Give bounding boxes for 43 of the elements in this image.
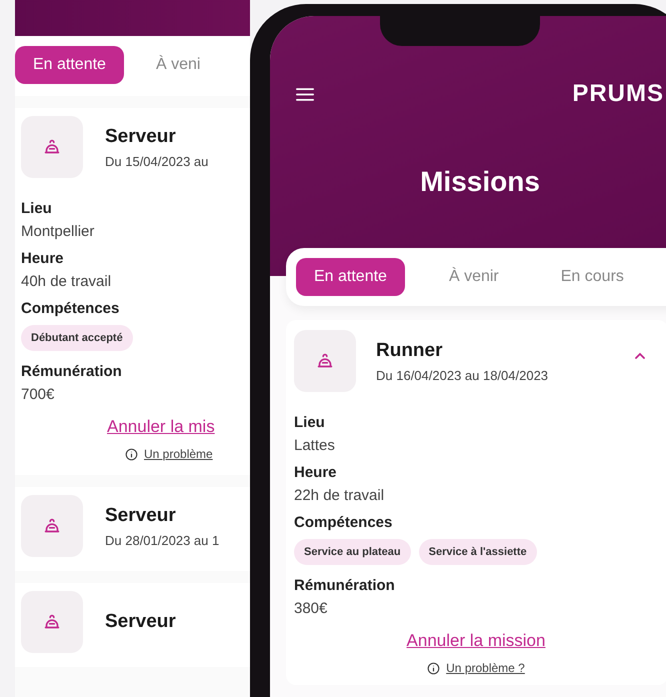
mission-card[interactable]: Serveur bbox=[15, 583, 250, 667]
menu-icon[interactable] bbox=[296, 88, 314, 100]
tab[interactable]: À venir bbox=[430, 258, 517, 296]
field-label: Lieu bbox=[294, 414, 326, 431]
tab[interactable]: En attente bbox=[15, 46, 124, 84]
tab[interactable]: En cours bbox=[542, 258, 642, 296]
mission-card[interactable]: Runner Du 16/04/2023 au 18/04/2023 Lieu Lattes Heure 22h de travail Compétences Service au plateau Service à l'assiette Rémunération 380€ Annuler la mission Un problème ? bbox=[286, 320, 666, 685]
tab[interactable]: À veni bbox=[138, 46, 218, 84]
field-label: Compétences bbox=[21, 300, 120, 317]
cancel-link[interactable]: Annuler la mission bbox=[406, 631, 546, 651]
info-icon bbox=[125, 448, 138, 460]
field-label: Rémunération bbox=[21, 363, 123, 380]
field-value: Montpellier bbox=[21, 223, 96, 240]
info-icon bbox=[427, 662, 440, 674]
app-logo: PRUMS bbox=[572, 80, 664, 108]
cancel-link[interactable]: Annuler la mis bbox=[107, 417, 215, 437]
skill-chip: Débutant accepté bbox=[21, 325, 133, 351]
mission-title: Serveur bbox=[105, 126, 177, 148]
field-label: Compétences bbox=[294, 514, 394, 531]
chevron-icon[interactable] bbox=[634, 352, 646, 360]
field-label: Heure bbox=[294, 464, 338, 481]
skill-chip: Service à l'assiette bbox=[418, 539, 537, 565]
field-value: 40h de travail bbox=[21, 273, 112, 290]
field-value: Lattes bbox=[294, 437, 336, 454]
skill-chip: Service au plateau bbox=[294, 539, 411, 565]
mission-title: Serveur bbox=[105, 504, 177, 526]
field-label: Rémunération bbox=[294, 577, 396, 594]
problem-link[interactable]: Un problème bbox=[144, 447, 213, 461]
mission-title: Serveur bbox=[105, 611, 176, 633]
field-value: 380€ bbox=[294, 600, 328, 617]
mission-card[interactable]: Serveur Du 28/01/2023 au 1 bbox=[15, 487, 250, 571]
field-label: Lieu bbox=[21, 200, 53, 217]
mission-dates: Du 16/04/2023 au 18/04/2023 bbox=[376, 368, 550, 382]
field-label: Heure bbox=[21, 250, 65, 267]
field-value: 700€ bbox=[21, 386, 56, 403]
tab[interactable]: En attente bbox=[296, 258, 405, 296]
page-title: Missions bbox=[419, 166, 541, 198]
problem-link[interactable]: Un problème ? bbox=[446, 661, 525, 675]
mission-card[interactable]: Serveur Du 15/04/2023 au Lieu Montpellier Heure 40h de travail Compétences Débutant accepté Rémunération 700€ Annuler la mis Un problème bbox=[15, 108, 250, 475]
mission-title: Runner bbox=[376, 340, 444, 362]
mission-dates: Du 28/01/2023 au 1 bbox=[105, 532, 220, 548]
field-value: 22h de travail bbox=[294, 487, 386, 504]
mission-dates: Du 15/04/2023 au bbox=[105, 154, 208, 168]
